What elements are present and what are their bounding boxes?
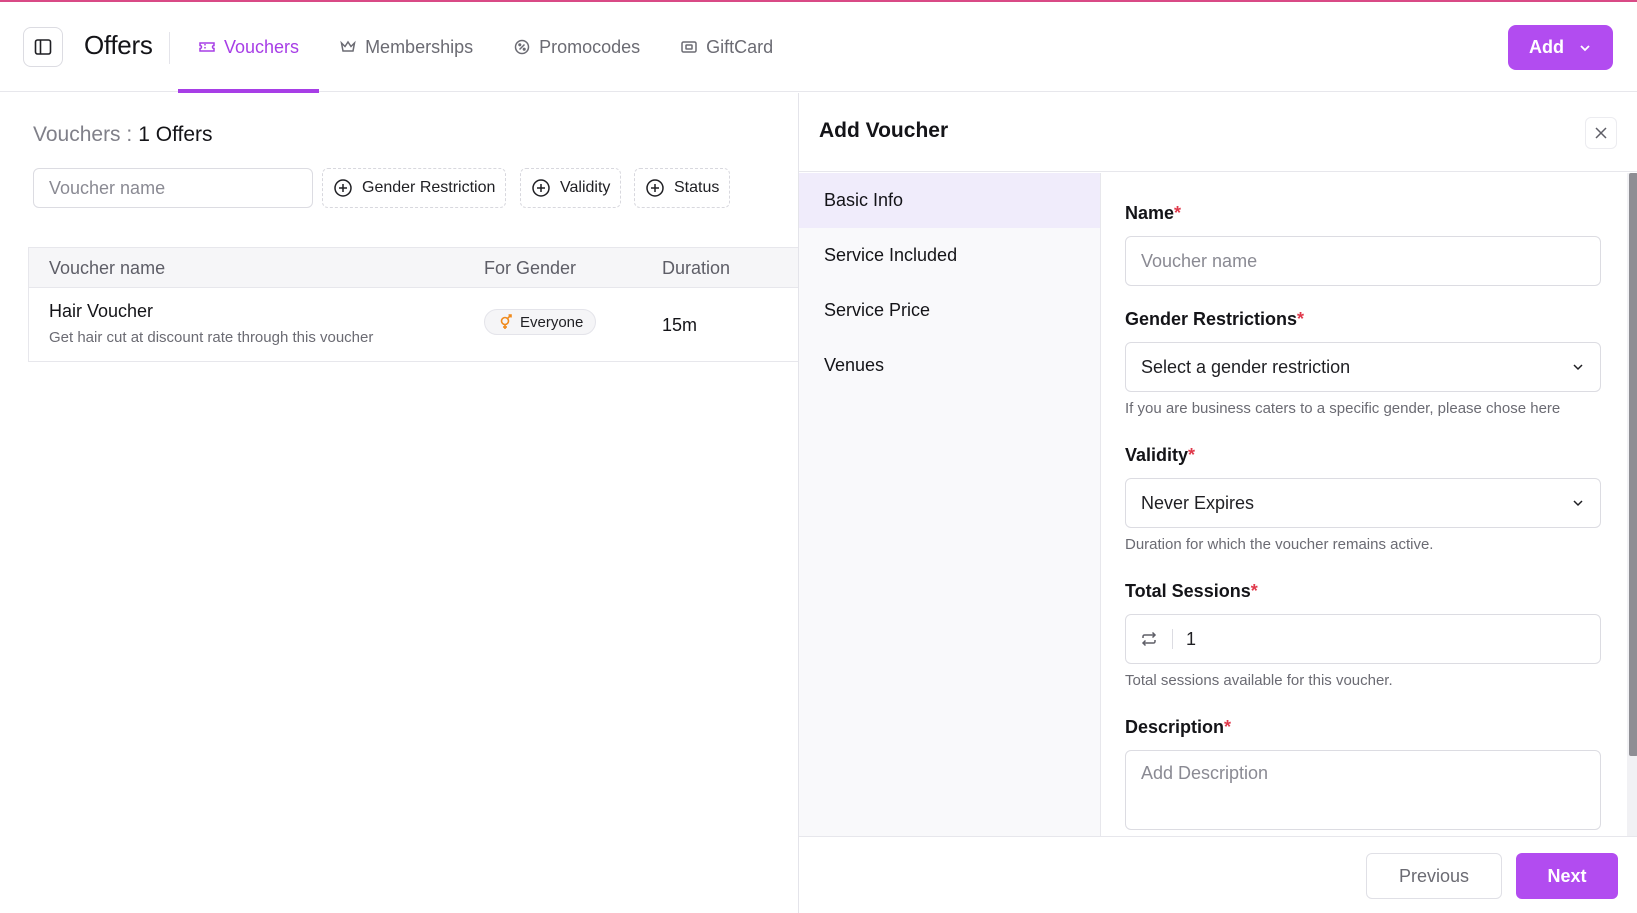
- tab-memberships-label: Memberships: [365, 36, 474, 57]
- table-header: Voucher name For Gender Duration: [29, 248, 798, 288]
- step-service-price[interactable]: Service Price: [799, 283, 1100, 338]
- tab-giftcard[interactable]: GiftCard: [660, 2, 793, 92]
- gender-select-value: Select a gender restriction: [1141, 356, 1351, 377]
- add-button[interactable]: Add: [1508, 25, 1613, 70]
- gender-restriction-filter-button[interactable]: Gender Restriction: [322, 168, 507, 208]
- sidebar-toggle-button[interactable]: [23, 27, 63, 67]
- drawer-title: Add Voucher: [819, 119, 949, 142]
- form-scrollbar-thumb[interactable]: [1629, 173, 1637, 756]
- next-button[interactable]: Next: [1516, 853, 1618, 899]
- drawer-footer: Previous Next: [799, 836, 1637, 913]
- sessions-hint: Total sessions available for this vouche…: [1125, 672, 1393, 689]
- validity-hint: Duration for which the voucher remains a…: [1125, 536, 1434, 553]
- description-label: Description*: [1125, 717, 1231, 738]
- plus-circle-icon: [532, 179, 550, 197]
- tab-memberships[interactable]: Memberships: [319, 2, 493, 92]
- page-title: Offers: [84, 30, 153, 60]
- required-marker: *: [1188, 445, 1196, 465]
- total-sessions-input[interactable]: [1173, 628, 1573, 650]
- description-label-text: Description: [1125, 717, 1225, 737]
- summary-count: 1 Offers: [138, 123, 213, 146]
- sessions-label-text: Total Sessions: [1125, 581, 1251, 601]
- validity-label-text: Validity: [1125, 445, 1189, 465]
- tab-promocodes[interactable]: Promocodes: [493, 2, 660, 92]
- voucher-search-input[interactable]: [33, 168, 313, 208]
- gender-badge: Everyone: [484, 309, 597, 335]
- gender-everyone-icon: [500, 314, 512, 329]
- previous-button[interactable]: Previous: [1366, 853, 1502, 899]
- step-venues[interactable]: Venues: [799, 338, 1100, 393]
- ticket-icon: [199, 42, 215, 52]
- description-field[interactable]: [1125, 750, 1601, 830]
- voucher-description: Get hair cut at discount rate through th…: [49, 329, 374, 346]
- chevron-down-icon: [1573, 500, 1583, 507]
- step-basic-info[interactable]: Basic Info: [799, 173, 1100, 228]
- close-button[interactable]: [1585, 117, 1617, 149]
- tab-promocodes-label: Promocodes: [539, 36, 641, 57]
- required-marker: *: [1250, 581, 1258, 601]
- voucher-name: Hair Voucher: [49, 301, 154, 321]
- gender-restrictions-label: Gender Restrictions*: [1125, 309, 1304, 330]
- gender-label-text: Gender Restrictions: [1125, 309, 1298, 329]
- column-header-duration: Duration: [662, 258, 731, 278]
- name-label: Name*: [1125, 203, 1181, 224]
- crown-icon: [340, 40, 356, 52]
- add-button-label: Add: [1529, 37, 1564, 57]
- gender-badge-label: Everyone: [520, 313, 584, 331]
- close-icon: [1595, 127, 1607, 139]
- chevron-down-icon: [1580, 44, 1590, 51]
- validity-select-value: Never Expires: [1141, 492, 1255, 513]
- badge-percent-icon: [514, 39, 530, 55]
- top-bar: Offers Vouchers Memberships Promocodes G…: [0, 2, 1637, 93]
- column-header-voucher-name: Voucher name: [49, 258, 166, 278]
- voucher-duration: 15m: [662, 315, 698, 335]
- filter-label: Validity: [560, 179, 611, 196]
- plus-circle-icon: [646, 179, 664, 197]
- step-service-included[interactable]: Service Included: [799, 228, 1100, 283]
- tab-giftcard-label: GiftCard: [706, 36, 774, 57]
- voucher-name-field[interactable]: [1125, 236, 1601, 286]
- validity-select[interactable]: Never Expires: [1125, 478, 1601, 528]
- summary-label: Vouchers :: [33, 123, 133, 146]
- validity-filter-button[interactable]: Validity: [520, 168, 622, 208]
- chevron-down-icon: [1573, 364, 1583, 371]
- voucher-table: Voucher name For Gender Duration Hair Vo…: [28, 247, 798, 362]
- basic-info-form: Name* Gender Restrictions* Select a gend…: [1101, 173, 1627, 836]
- plus-circle-icon: [334, 179, 352, 197]
- add-voucher-drawer: Add Voucher Basic Info Service Included …: [798, 93, 1637, 913]
- repeat-icon: [1141, 631, 1157, 647]
- status-filter-button[interactable]: Status: [634, 168, 731, 208]
- total-sessions-label: Total Sessions*: [1125, 581, 1258, 602]
- tab-vouchers-label: Vouchers: [224, 36, 300, 57]
- total-sessions-field[interactable]: [1125, 614, 1601, 664]
- gender-restriction-select[interactable]: Select a gender restriction: [1125, 342, 1601, 392]
- validity-label: Validity*: [1125, 445, 1195, 466]
- gender-hint: If you are business caters to a specific…: [1125, 400, 1561, 417]
- filter-label: Status: [674, 179, 720, 196]
- offer-tabs: Vouchers Memberships Promocodes GiftCard: [178, 2, 793, 93]
- required-marker: *: [1224, 717, 1232, 737]
- step-nav: Basic Info Service Included Service Pric…: [799, 173, 1101, 836]
- title-divider: [169, 32, 170, 64]
- voucher-list-panel: Vouchers :1 Offers Gender Restriction Va…: [0, 93, 798, 913]
- required-marker: *: [1174, 203, 1182, 223]
- filter-label: Gender Restriction: [362, 179, 496, 196]
- gift-card-icon: [681, 41, 697, 53]
- name-label-text: Name: [1125, 203, 1175, 223]
- column-header-for-gender: For Gender: [484, 258, 577, 278]
- tab-vouchers[interactable]: Vouchers: [178, 2, 320, 93]
- required-marker: *: [1297, 309, 1305, 329]
- sidebar-panel-icon: [34, 39, 52, 55]
- table-row[interactable]: Hair Voucher Get hair cut at discount ra…: [29, 288, 798, 361]
- repeat-icon-wrap: [1126, 615, 1172, 663]
- drawer-header: Add Voucher: [799, 93, 1637, 172]
- voucher-summary: Vouchers :1 Offers: [33, 123, 213, 147]
